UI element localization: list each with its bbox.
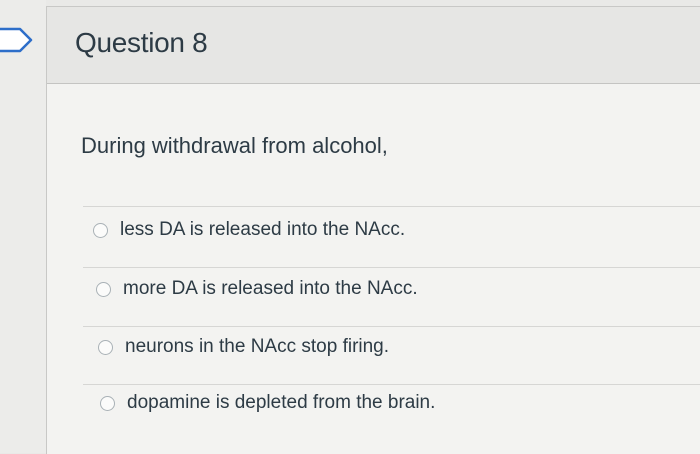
radio-unselected-icon[interactable] [100, 395, 115, 411]
answer-label: more DA is released into the NAcc. [123, 278, 418, 299]
answer-label: dopamine is depleted from the brain. [127, 392, 436, 413]
divider [83, 206, 700, 207]
answer-label: neurons in the NAcc stop firing. [125, 336, 390, 357]
left-gutter [0, 0, 46, 453]
answer-label: less DA is released into the NAcc. [120, 219, 406, 240]
answer-option[interactable]: more DA is released into the NAcc. [96, 278, 418, 300]
flag-icon[interactable] [0, 27, 34, 53]
divider [83, 326, 700, 327]
answer-option[interactable]: dopamine is depleted from the brain. [100, 392, 435, 414]
answer-option[interactable]: neurons in the NAcc stop firing. [98, 336, 389, 358]
radio-unselected-icon[interactable] [93, 222, 108, 238]
radio-unselected-icon[interactable] [98, 339, 113, 355]
question-card: Question 8 During withdrawal from alcoho… [46, 6, 700, 454]
answer-list: less DA is released into the NAcc. more … [47, 7, 700, 454]
radio-unselected-icon[interactable] [96, 281, 111, 297]
answer-option[interactable]: less DA is released into the NAcc. [93, 219, 405, 241]
divider [83, 267, 700, 268]
divider [83, 384, 700, 385]
